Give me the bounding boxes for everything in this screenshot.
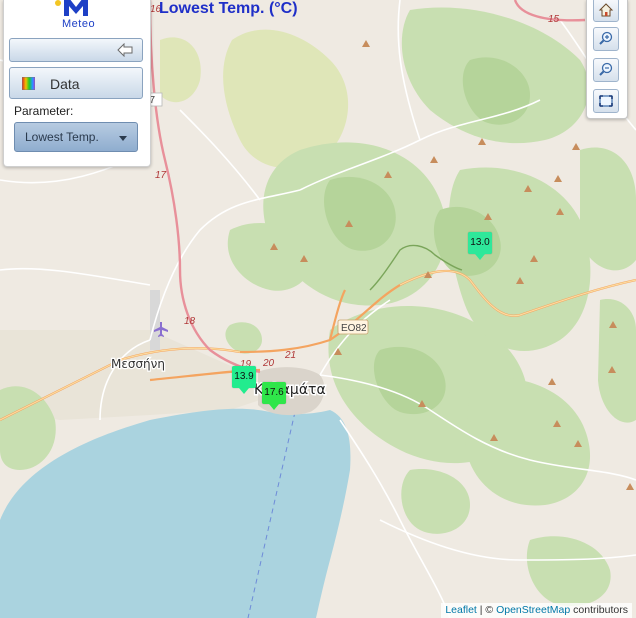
parameter-select[interactable]: Lowest Temp. — [14, 122, 138, 152]
data-button[interactable]: Data — [9, 67, 143, 99]
road-label: 17 — [155, 170, 167, 181]
parameter-label: Parameter: — [14, 104, 74, 118]
logo-sun-icon — [55, 0, 61, 6]
attribution-suffix: contributors — [570, 604, 628, 616]
place-label-village: Μεσσήνη — [111, 357, 165, 371]
leaflet-link[interactable]: Leaflet — [445, 604, 477, 616]
home-button[interactable] — [593, 0, 619, 22]
station-marker[interactable]: 13.9 — [232, 366, 256, 394]
road-label: 15 — [548, 14, 560, 25]
osm-link[interactable]: OpenStreetMap — [496, 604, 570, 616]
map-title: Lowest Temp. (°C) — [159, 0, 298, 17]
color-scale-icon — [22, 77, 35, 90]
map-toolbar — [586, 0, 628, 119]
road-label: 18 — [184, 316, 196, 327]
attribution-separator: | © — [476, 604, 497, 616]
home-icon — [598, 3, 614, 17]
arrow-left-icon — [117, 43, 133, 57]
station-marker[interactable]: 13.0 — [468, 232, 492, 260]
zoom-out-icon — [599, 62, 613, 76]
parameter-select-value: Lowest Temp. — [25, 130, 99, 144]
map-attribution: Leaflet | © OpenStreetMap contributors — [441, 603, 632, 618]
fullscreen-button[interactable] — [593, 89, 619, 113]
control-panel: Meteo Data Parameter: Lowest Temp. — [3, 0, 151, 167]
road-label: EO82 — [341, 323, 367, 334]
chevron-down-icon — [119, 136, 127, 141]
station-marker[interactable]: 17.6 — [262, 382, 286, 410]
back-button[interactable] — [9, 38, 143, 62]
zoom-in-icon — [599, 31, 613, 45]
road-label: 21 — [284, 350, 296, 361]
logo-text: Meteo — [62, 18, 96, 30]
zoom-out-button[interactable] — [593, 58, 619, 82]
road-label: 20 — [262, 358, 275, 369]
data-button-label: Data — [50, 76, 80, 92]
fullscreen-icon — [599, 95, 613, 107]
zoom-in-button[interactable] — [593, 27, 619, 51]
